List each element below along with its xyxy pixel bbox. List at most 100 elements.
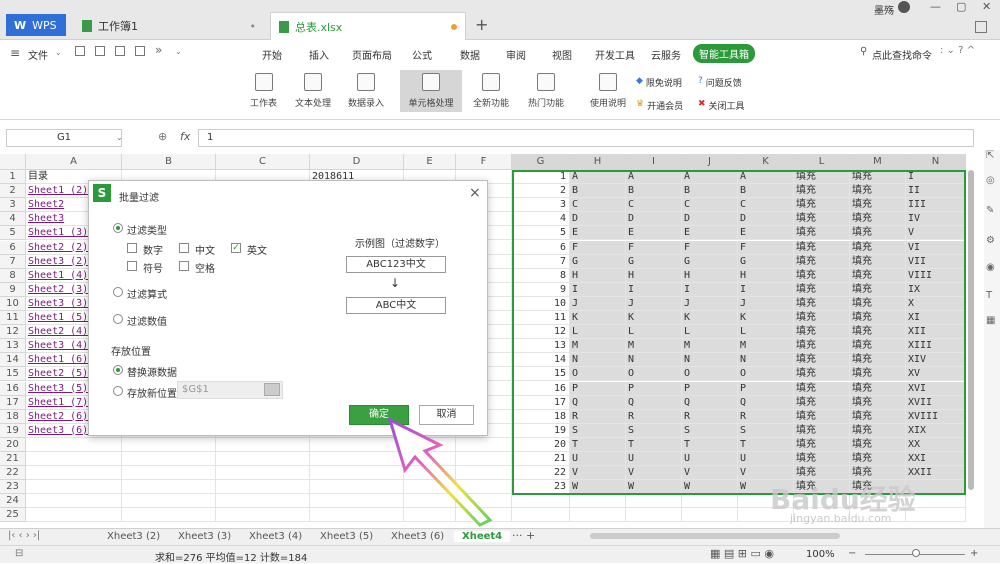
cell[interactable]: B — [738, 184, 794, 199]
cell[interactable]: 13 — [512, 339, 570, 354]
row-header[interactable]: 16 — [0, 381, 26, 396]
cell[interactable]: 10 — [512, 296, 570, 311]
cell[interactable]: D — [738, 212, 794, 227]
cell[interactable]: 填充 — [850, 212, 906, 227]
column-header[interactable]: F — [456, 154, 512, 170]
cell[interactable]: 填充 — [850, 437, 906, 452]
cell[interactable]: 20 — [512, 437, 570, 452]
cell[interactable]: F — [626, 240, 682, 255]
cell[interactable]: 填充 — [850, 296, 906, 311]
cell[interactable]: 填充 — [850, 367, 906, 382]
cell[interactable]: J — [738, 296, 794, 311]
cell[interactable]: 6 — [512, 240, 570, 255]
cell[interactable]: XII — [906, 325, 966, 340]
row-header[interactable]: 6 — [0, 240, 26, 255]
cell[interactable]: I — [738, 282, 794, 297]
cell[interactable]: O — [626, 367, 682, 382]
cell[interactable]: 22 — [512, 466, 570, 481]
cell[interactable]: G — [738, 254, 794, 269]
cell[interactable] — [216, 452, 310, 466]
cell[interactable]: R — [570, 409, 626, 424]
cell[interactable]: W — [682, 480, 738, 495]
cell[interactable]: VIII — [906, 268, 966, 283]
row-header[interactable]: 9 — [0, 282, 26, 297]
cell[interactable]: 填充 — [794, 282, 850, 297]
cell[interactable]: T — [626, 437, 682, 452]
cell[interactable]: R — [626, 409, 682, 424]
cell[interactable]: I — [682, 282, 738, 297]
cell[interactable] — [216, 480, 310, 495]
menu-home[interactable]: 开始 — [262, 47, 282, 62]
row-header[interactable]: 12 — [0, 325, 26, 340]
column-header[interactable]: I — [626, 154, 682, 170]
cell[interactable]: A — [570, 170, 626, 184]
row-header[interactable]: 24 — [0, 494, 26, 509]
cell[interactable]: N — [682, 353, 738, 368]
cell[interactable]: 填充 — [794, 268, 850, 283]
cell[interactable]: 1 — [512, 170, 570, 184]
cell[interactable] — [26, 452, 122, 466]
cell[interactable]: 填充 — [850, 226, 906, 241]
cell[interactable]: M — [570, 339, 626, 354]
cell[interactable]: 填充 — [850, 423, 906, 438]
ribbon-cell-process[interactable]: 单元格处理 — [400, 70, 462, 112]
cell[interactable] — [216, 437, 310, 452]
column-header[interactable]: D — [310, 154, 404, 170]
cell[interactable]: XIII — [906, 339, 966, 354]
cell[interactable]: XVIII — [906, 409, 966, 424]
cell[interactable]: E — [682, 226, 738, 241]
pointer-icon[interactable]: ⇱ — [986, 150, 994, 161]
row-header[interactable]: 10 — [0, 296, 26, 311]
cell[interactable]: 11 — [512, 311, 570, 325]
cell[interactable]: V — [570, 466, 626, 481]
cell[interactable]: 填充 — [794, 311, 850, 325]
fx-icon[interactable]: fx — [180, 130, 190, 143]
row-header[interactable]: 14 — [0, 353, 26, 368]
row-header[interactable]: 17 — [0, 395, 26, 410]
vertical-scrollbar[interactable] — [968, 170, 974, 490]
maximize-icon[interactable]: ▢ — [956, 0, 966, 13]
cell[interactable]: U — [626, 452, 682, 466]
cell[interactable]: M — [626, 339, 682, 354]
cell[interactable]: S — [682, 423, 738, 438]
cell[interactable]: 12 — [512, 325, 570, 340]
radio-filter-formula[interactable] — [113, 287, 123, 297]
cell[interactable]: XV — [906, 367, 966, 382]
cell[interactable]: K — [570, 311, 626, 325]
cell[interactable]: C — [626, 198, 682, 213]
menu-page-layout[interactable]: 页面布局 — [352, 47, 392, 62]
column-header[interactable]: L — [794, 154, 850, 170]
cell[interactable]: 填充 — [794, 296, 850, 311]
more-sheets-icon[interactable]: ··· + — [512, 529, 535, 542]
close-icon[interactable]: • — [250, 20, 257, 33]
cell[interactable]: IX — [906, 282, 966, 297]
cell[interactable]: J — [570, 296, 626, 311]
menu-developer[interactable]: 开发工具 — [595, 47, 635, 62]
sheet-tab[interactable]: Xheet3 (3) — [178, 531, 231, 542]
cell[interactable]: 18 — [512, 409, 570, 424]
cell[interactable]: B — [682, 184, 738, 199]
cell[interactable] — [682, 494, 738, 509]
row-header[interactable]: 3 — [0, 198, 26, 213]
close-window-icon[interactable]: ✕ — [982, 0, 991, 13]
cell[interactable]: G — [626, 254, 682, 269]
cell[interactable] — [512, 508, 570, 523]
cell[interactable] — [216, 508, 310, 523]
column-header[interactable]: A — [26, 154, 122, 170]
cell[interactable]: E — [570, 226, 626, 241]
cell[interactable]: S — [570, 423, 626, 438]
checkbox-english[interactable]: ✓ — [231, 243, 241, 253]
cell[interactable] — [216, 494, 310, 509]
cell[interactable]: 填充 — [850, 268, 906, 283]
range-select-icon[interactable] — [264, 383, 280, 396]
cell[interactable]: O — [682, 367, 738, 382]
cell[interactable]: J — [682, 296, 738, 311]
user-name[interactable]: 墨殇 — [874, 2, 894, 17]
cell[interactable]: U — [738, 452, 794, 466]
cell[interactable]: Q — [738, 395, 794, 410]
menu-cloud[interactable]: 云服务 — [651, 47, 681, 62]
select-all-corner[interactable] — [0, 154, 26, 170]
row-header[interactable]: 23 — [0, 480, 26, 495]
checkbox-number[interactable] — [127, 243, 137, 253]
cell[interactable] — [26, 508, 122, 523]
